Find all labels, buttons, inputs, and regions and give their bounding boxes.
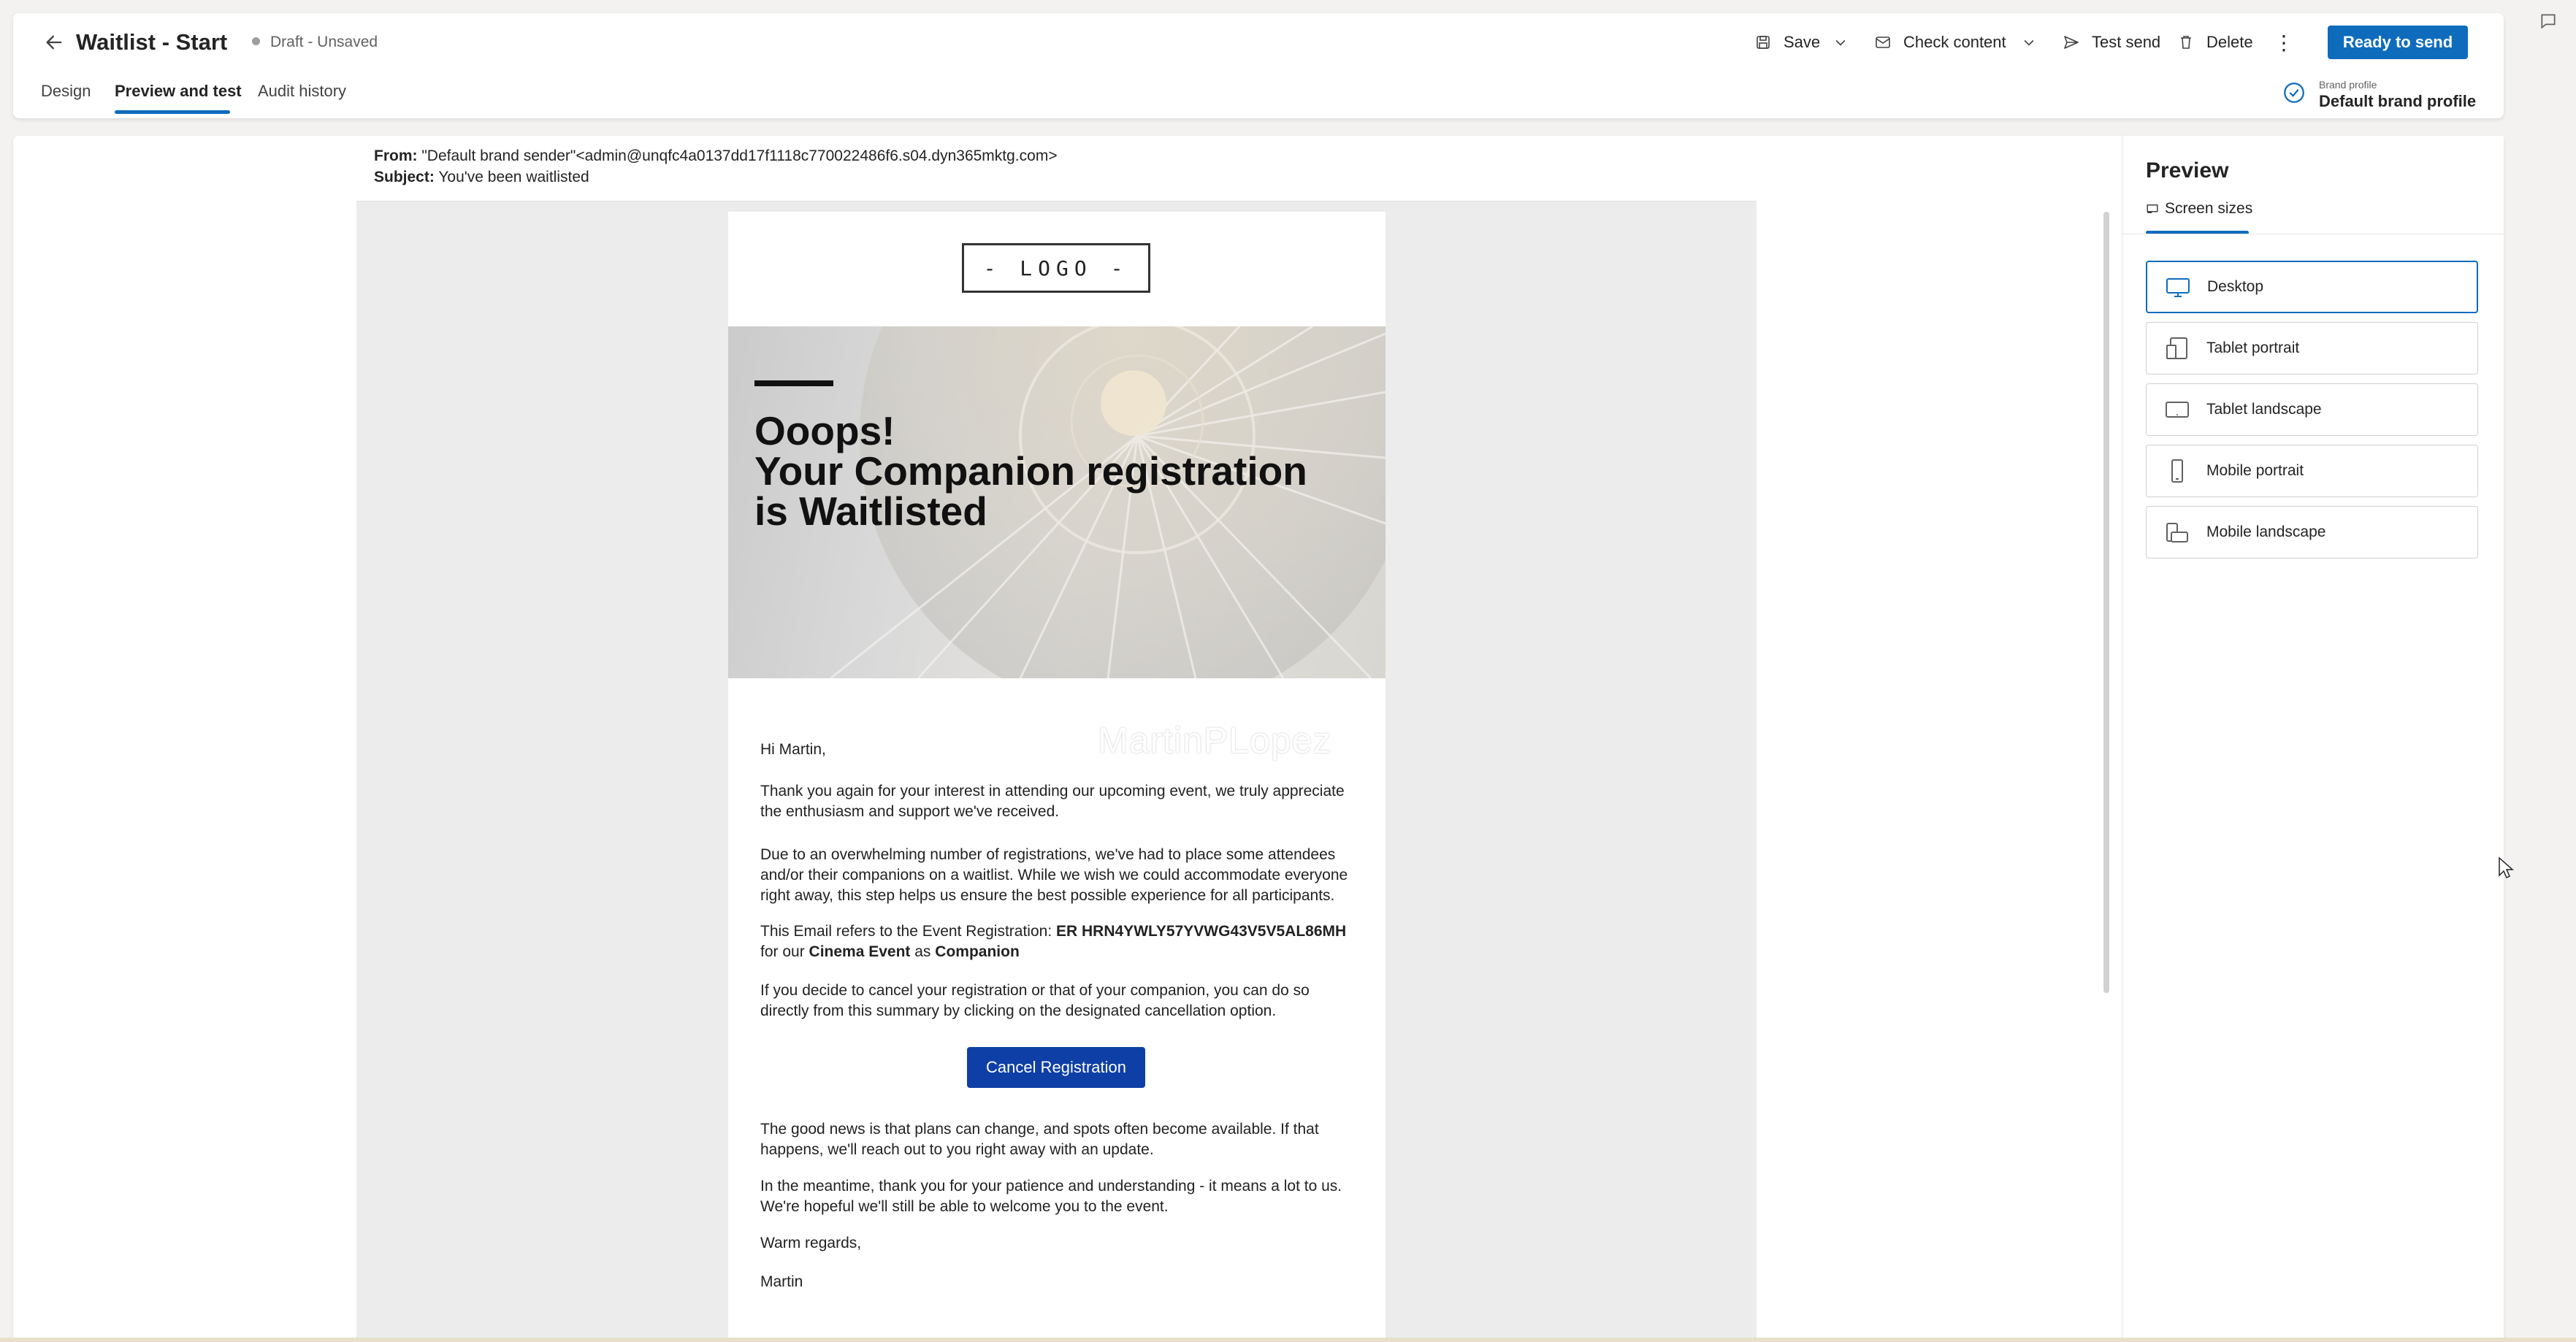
mouse-cursor-icon bbox=[2498, 856, 2514, 880]
waitlist-paragraph: Due to an overwhelming number of registr… bbox=[760, 846, 1348, 904]
greeting-text: Hi Martin, bbox=[760, 741, 826, 758]
from-value: "Default brand sender"<admin@unqfc4a0137… bbox=[421, 147, 1058, 164]
screen-sizes-icon bbox=[2147, 204, 2158, 213]
delete-button[interactable]: Delete bbox=[2177, 26, 2253, 58]
screen-size-label: Desktop bbox=[2207, 278, 2264, 295]
logo-placeholder: - LOGO - bbox=[962, 243, 1150, 293]
test-send-label: Test send bbox=[2092, 33, 2161, 51]
hero-title-line: Ooops! bbox=[754, 408, 895, 453]
tab-design[interactable]: Design bbox=[41, 82, 91, 101]
cancel-registration-button[interactable]: Cancel Registration bbox=[967, 1047, 1145, 1088]
refers-prefix: This Email refers to the Event Registrat… bbox=[760, 923, 1056, 940]
screen-size-label: Mobile landscape bbox=[2206, 524, 2326, 540]
brand-profile-value[interactable]: Default brand profile bbox=[2319, 92, 2476, 111]
from-line: From: "Default brand sender"<admin@unqfc… bbox=[374, 147, 1058, 165]
screen-size-label: Tablet landscape bbox=[2206, 401, 2322, 418]
hero-title-line: Your Companion registration bbox=[754, 448, 1307, 494]
page-title: Waitlist - Start bbox=[76, 29, 228, 55]
tablet-landscape-icon bbox=[2166, 402, 2189, 418]
send-icon bbox=[2064, 36, 2079, 49]
save-chevron-down-icon[interactable] bbox=[1826, 26, 1855, 58]
brand-profile-check-icon[interactable] bbox=[2282, 80, 2306, 105]
preview-scrollbar[interactable] bbox=[2103, 212, 2109, 993]
as-text: as bbox=[910, 943, 936, 960]
delete-label: Delete bbox=[2206, 33, 2253, 51]
test-send-button[interactable]: Test send bbox=[2063, 26, 2160, 58]
registration-id: ER HRN4YWLY57YVWG43V5V5AL86MH bbox=[1056, 923, 1347, 940]
save-button[interactable]: Save bbox=[1754, 26, 1820, 58]
save-label: Save bbox=[1784, 33, 1821, 51]
for-our-text: for our bbox=[760, 943, 809, 960]
status-dot-icon bbox=[252, 37, 260, 45]
check-content-button[interactable]: Check content bbox=[1874, 26, 2006, 58]
role-name: Companion bbox=[935, 943, 1020, 960]
signature-text: Martin bbox=[760, 1273, 803, 1290]
regards-text: Warm regards, bbox=[760, 1235, 862, 1251]
good-news-paragraph: The good news is that plans can change, … bbox=[760, 1121, 1319, 1158]
comment-icon[interactable] bbox=[2539, 12, 2561, 34]
registration-reference: This Email refers to the Event Registrat… bbox=[760, 921, 1352, 962]
screen-size-mobile-landscape[interactable]: Mobile landscape bbox=[2146, 506, 2478, 559]
thanks-paragraph: Thank you again for your interest in att… bbox=[760, 783, 1345, 820]
subject-value: You've been waitlisted bbox=[438, 169, 589, 185]
screen-size-desktop[interactable]: Desktop bbox=[2146, 261, 2478, 313]
tab-audit-history[interactable]: Audit history bbox=[258, 82, 346, 101]
ready-to-send-button[interactable]: Ready to send bbox=[2328, 26, 2468, 59]
hero-accent-bar bbox=[754, 380, 833, 386]
meantime-paragraph: In the meantime, thank you for your pati… bbox=[760, 1178, 1342, 1215]
screen-size-tablet-portrait[interactable]: Tablet portrait bbox=[2146, 322, 2478, 375]
tab-selected-indicator bbox=[115, 110, 230, 114]
status-text: Draft - Unsaved bbox=[270, 34, 378, 50]
trash-icon bbox=[2181, 36, 2191, 49]
preview-panel-title: Preview bbox=[2146, 158, 2229, 183]
brand-profile-caption: Brand profile bbox=[2319, 79, 2377, 91]
mobile-landscape-icon bbox=[2166, 523, 2188, 542]
check-chevron-down-icon[interactable] bbox=[2014, 26, 2044, 58]
hero-title-line: is Waitlisted bbox=[754, 488, 987, 534]
subject-line: Subject: You've been waitlisted bbox=[374, 169, 589, 186]
cancel-info-paragraph: If you decide to cancel your registratio… bbox=[760, 982, 1310, 1019]
from-key: From: bbox=[374, 147, 418, 164]
screen-size-label: Mobile portrait bbox=[2206, 462, 2304, 479]
tab-screen-sizes[interactable]: Screen sizes bbox=[2146, 200, 2252, 218]
hero-title: Ooops! Your Companion registration is Wa… bbox=[754, 411, 1353, 532]
mobile-portrait-icon bbox=[2171, 459, 2183, 483]
mail-check-icon bbox=[1876, 37, 1890, 48]
event-name: Cinema Event bbox=[809, 943, 911, 960]
back-arrow-icon[interactable] bbox=[38, 26, 70, 58]
subject-key: Subject: bbox=[374, 169, 435, 185]
desktop-icon bbox=[2166, 278, 2190, 297]
screen-size-tablet-landscape[interactable]: Tablet landscape bbox=[2146, 383, 2478, 436]
screen-size-mobile-portrait[interactable]: Mobile portrait bbox=[2146, 445, 2478, 497]
more-options-icon[interactable]: ⋮ bbox=[2273, 26, 2295, 58]
save-icon bbox=[1757, 36, 1770, 49]
check-content-label: Check content bbox=[1903, 33, 2006, 51]
tab-preview-and-test[interactable]: Preview and test bbox=[115, 82, 242, 101]
preview-side-panel bbox=[2122, 136, 2504, 1342]
screen-sizes-label: Screen sizes bbox=[2165, 200, 2253, 217]
tablet-portrait-icon bbox=[2166, 337, 2187, 359]
window-bottom-edge bbox=[0, 1338, 2576, 1342]
screen-size-label: Tablet portrait bbox=[2206, 340, 2300, 356]
